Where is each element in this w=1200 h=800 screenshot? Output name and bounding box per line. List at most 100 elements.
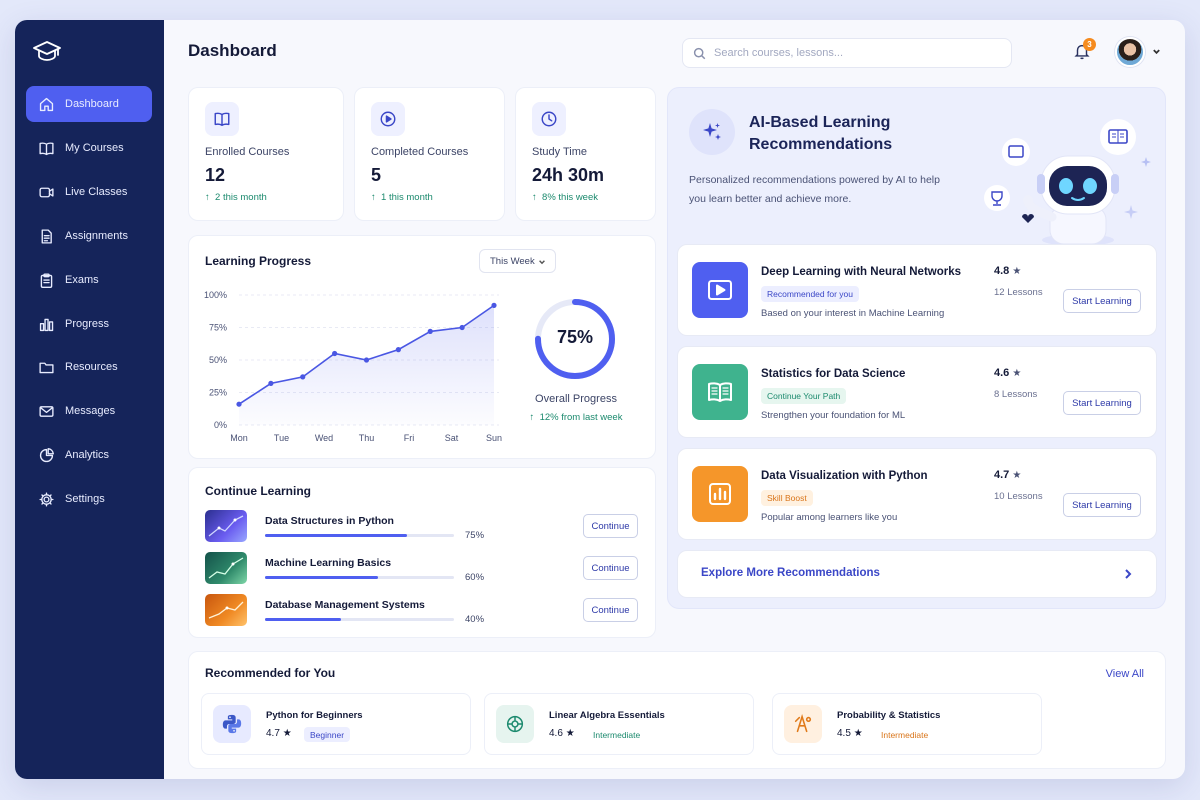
open-book-icon [692, 364, 748, 420]
sidebar-item-label: Settings [65, 493, 105, 505]
stat-label: Completed Courses [371, 146, 469, 158]
clipboard-icon [37, 271, 55, 289]
sidebar: Dashboard My Courses Live Classes Assign… [15, 20, 164, 779]
course-card[interactable]: Probability & Statistics 4.5 ★ Intermedi… [772, 693, 1042, 755]
level-badge: Intermediate [593, 729, 641, 740]
chevron-down-icon[interactable] [1152, 47, 1162, 57]
stat-label: Enrolled Courses [205, 146, 290, 158]
course-card[interactable]: Python for Beginners 4.7 ★ Beginner [201, 693, 471, 755]
recommendation-title: Deep Learning with Neural Networks [761, 266, 962, 278]
sidebar-item-progress[interactable]: Progress [26, 306, 152, 342]
sidebar-item-exams[interactable]: Exams [26, 262, 152, 298]
continue-button[interactable]: Continue [583, 514, 638, 538]
continue-learning-card: Continue Learning Data Structures in Pyt… [188, 467, 656, 638]
view-all-link[interactable]: View All [1106, 668, 1144, 680]
star-icon: ★ [853, 728, 863, 739]
data-point [427, 328, 433, 334]
explore-more-link[interactable]: Explore More Recommendations [677, 550, 1157, 598]
overall-progress-value: 75% [556, 327, 594, 347]
y-tick-label: 75% [209, 323, 227, 333]
clock-icon [532, 102, 566, 136]
rating: 4.7 ★ [994, 469, 1022, 481]
matrix-icon [496, 705, 534, 743]
course-thumbnail [205, 552, 247, 584]
gear-icon [37, 490, 55, 508]
explore-more-label: Explore More Recommendations [701, 567, 880, 579]
book-icon [37, 139, 55, 157]
sidebar-item-live-classes[interactable]: Live Classes [26, 174, 152, 210]
ai-panel-title: AI-Based Learning Recommendations [749, 114, 893, 153]
chart-board-icon [692, 466, 748, 522]
stat-value: 24h 30m [532, 165, 605, 185]
sidebar-item-dashboard[interactable]: Dashboard [26, 86, 152, 122]
recommendation-tag: Recommended for you [761, 286, 859, 302]
course-progress-percent: 60% [465, 572, 485, 583]
overall-progress-label: Overall Progress [535, 393, 617, 405]
start-learning-button[interactable]: Start Learning [1063, 493, 1141, 517]
graduation-cap-icon[interactable] [33, 40, 61, 62]
rating: 4.7 ★ [266, 728, 292, 739]
rating: 4.5 ★ [837, 728, 863, 739]
star-icon: ★ [282, 728, 292, 739]
continue-button[interactable]: Continue [583, 556, 638, 580]
recommendation-reason: Popular among learners like you [761, 512, 898, 523]
sidebar-item-resources[interactable]: Resources [26, 349, 152, 385]
sidebar-item-analytics[interactable]: Analytics [26, 437, 152, 473]
course-thumbnail [205, 594, 247, 626]
rating: 4.6 ★ [549, 728, 575, 739]
stat-trend: ↑ 2 this month [205, 192, 267, 203]
star-icon: ★ [1012, 470, 1022, 481]
stat-value: 5 [371, 165, 382, 185]
python-icon [213, 705, 251, 743]
course-progress-percent: 40% [465, 614, 485, 625]
sidebar-item-label: Dashboard [65, 98, 119, 110]
course-progress-bar [265, 576, 454, 579]
start-learning-button[interactable]: Start Learning [1063, 289, 1141, 313]
course-card[interactable]: Linear Algebra Essentials 4.6 ★ Intermed… [484, 693, 754, 755]
x-tick-label: Fri [404, 433, 415, 443]
stat-trend: ↑ 8% this week [532, 192, 599, 203]
list-item: Data Structures in Python 75% Continue [205, 510, 639, 544]
rating: 4.6 ★ [994, 367, 1022, 379]
sidebar-item-label: Progress [65, 318, 110, 330]
sidebar-item-label: Resources [65, 361, 118, 373]
stat-card-completed: Completed Courses 5 ↑ 1 this month [354, 87, 505, 221]
x-tick-label: Wed [315, 433, 333, 443]
recommendation-card: Deep Learning with Neural Networks Recom… [677, 244, 1157, 336]
data-point [395, 347, 401, 353]
recommended-for-you-section: Recommended for You View All Python for … [188, 651, 1166, 769]
folder-icon [37, 358, 55, 376]
lesson-count: 8 Lessons [994, 389, 1038, 400]
continue-button[interactable]: Continue [583, 598, 638, 622]
course-name: Linear Algebra Essentials [549, 710, 665, 721]
avatar[interactable] [1115, 37, 1145, 67]
sidebar-item-assignments[interactable]: Assignments [26, 218, 152, 254]
x-tick-label: Sat [445, 433, 459, 443]
robot-illustration [984, 119, 1151, 246]
stat-value: 12 [205, 165, 226, 185]
sidebar-item-my-courses[interactable]: My Courses [26, 130, 152, 166]
stat-card-enrolled: Enrolled Courses 12 ↑ 2 this month [188, 87, 344, 221]
app-window: Dashboard My Courses Live Classes Assign… [15, 20, 1185, 779]
start-learning-button[interactable]: Start Learning [1063, 391, 1141, 415]
recommendation-tag: Skill Boost [761, 490, 813, 506]
search-input[interactable] [714, 47, 994, 59]
stat-trend: ↑ 1 this month [371, 192, 433, 203]
stat-label: Study Time [532, 146, 588, 158]
pie-chart-icon [37, 446, 55, 464]
lesson-count: 10 Lessons [994, 491, 1043, 502]
sidebar-item-settings[interactable]: Settings [26, 481, 152, 517]
recommendation-tag: Continue Your Path [761, 388, 847, 404]
sidebar-item-messages[interactable]: Messages [26, 393, 152, 429]
play-icon [692, 262, 748, 318]
course-progress-bar [265, 534, 454, 537]
learning-progress-card: Learning Progress This Week 0% 25% 50% 75% 1… [188, 235, 656, 459]
notification-badge: 3 [1083, 38, 1096, 51]
continue-learning-title: Continue Learning [205, 484, 311, 498]
search-bar[interactable] [682, 38, 1012, 68]
sidebar-item-label: My Courses [65, 142, 124, 154]
data-point [491, 302, 497, 308]
sidebar-item-label: Live Classes [65, 186, 128, 198]
data-point [459, 324, 465, 331]
x-tick-label: Thu [359, 433, 375, 443]
